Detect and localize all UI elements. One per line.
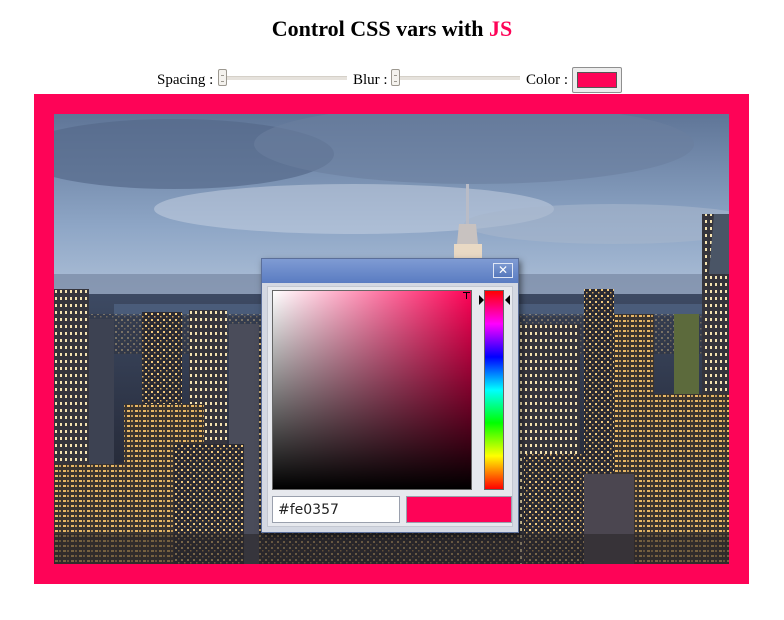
blur-slider-thumb[interactable] bbox=[391, 69, 400, 86]
color-label: Color : bbox=[526, 72, 569, 88]
blur-label: Blur : bbox=[353, 72, 388, 88]
color-picker-dialog: ✕ bbox=[261, 258, 519, 533]
hue-arrow-right-icon[interactable] bbox=[505, 295, 510, 305]
title-text: Control CSS vars with bbox=[271, 16, 489, 41]
spacing-slider[interactable] bbox=[218, 69, 347, 89]
crosshair-icon[interactable] bbox=[463, 292, 470, 299]
hue-slider[interactable] bbox=[484, 290, 504, 490]
color-picker-body bbox=[267, 286, 513, 527]
spacing-slider-thumb[interactable] bbox=[218, 69, 227, 86]
page-title: Control CSS vars with JS bbox=[0, 16, 784, 42]
hex-value-input[interactable] bbox=[272, 496, 400, 523]
color-picker-titlebar[interactable]: ✕ bbox=[262, 259, 518, 283]
spacing-label: Spacing : bbox=[157, 72, 214, 88]
title-highlight: JS bbox=[488, 16, 513, 41]
spacing-slider-track bbox=[218, 76, 347, 80]
blur-slider-track bbox=[391, 76, 520, 80]
color-preview bbox=[406, 496, 512, 523]
close-icon[interactable]: ✕ bbox=[493, 263, 513, 278]
color-swatch bbox=[577, 72, 617, 88]
color-input-button[interactable] bbox=[572, 67, 622, 93]
blur-slider[interactable] bbox=[391, 69, 520, 89]
saturation-value-area[interactable] bbox=[272, 290, 472, 490]
